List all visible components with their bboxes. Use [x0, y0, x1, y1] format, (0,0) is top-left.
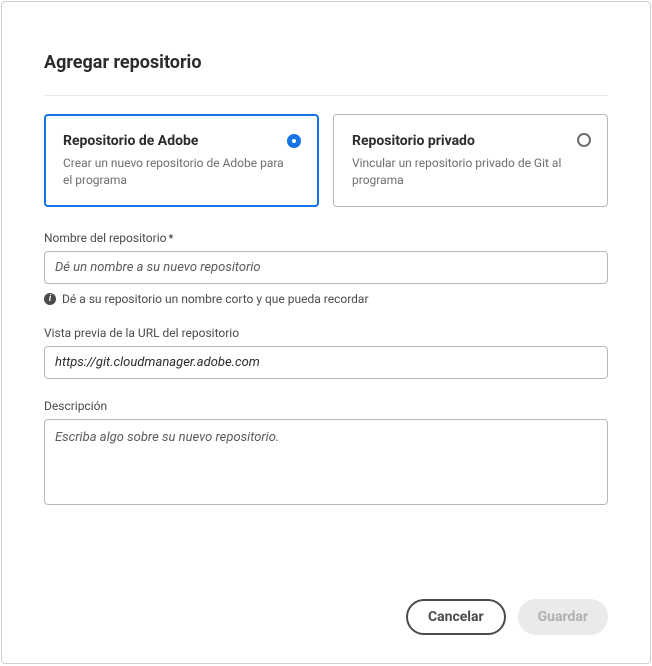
field-group-description: Descripción	[44, 399, 608, 509]
dialog-title: Agregar repositorio	[44, 52, 608, 73]
option-private-desc: Vincular un repositorio privado de Git a…	[352, 155, 589, 190]
repository-url-label: Vista previa de la URL del repositorio	[44, 326, 608, 340]
repository-description-input[interactable]	[44, 419, 608, 505]
option-adobe-repository[interactable]: Repositorio de Adobe Crear un nuevo repo…	[44, 114, 319, 207]
repository-name-hint-row: i Dé a su repositorio un nombre corto y …	[44, 292, 608, 306]
radio-unselected-icon	[577, 133, 591, 147]
field-group-url: Vista previa de la URL del repositorio	[44, 326, 608, 379]
option-adobe-title: Repositorio de Adobe	[63, 133, 300, 149]
save-button[interactable]: Guardar	[518, 599, 608, 635]
repository-description-label: Descripción	[44, 399, 608, 413]
repository-name-label: Nombre del repositorio*	[44, 231, 608, 245]
radio-selected-icon	[287, 134, 301, 148]
field-group-name: Nombre del repositorio* i Dé a su reposi…	[44, 231, 608, 306]
option-private-title: Repositorio privado	[352, 133, 589, 149]
repository-name-input[interactable]	[44, 251, 608, 284]
info-icon: i	[44, 293, 56, 305]
add-repository-dialog: Agregar repositorio Repositorio de Adobe…	[1, 1, 651, 664]
dialog-footer: Cancelar Guardar	[44, 599, 608, 635]
repository-url-input[interactable]	[44, 346, 608, 379]
repository-type-options: Repositorio de Adobe Crear un nuevo repo…	[44, 114, 608, 207]
required-asterisk-icon: *	[168, 232, 173, 245]
option-adobe-desc: Crear un nuevo repositorio de Adobe para…	[63, 155, 300, 190]
repository-name-hint: Dé a su repositorio un nombre corto y qu…	[62, 292, 369, 306]
repository-name-label-text: Nombre del repositorio	[44, 231, 166, 245]
divider	[44, 95, 608, 96]
cancel-button[interactable]: Cancelar	[406, 599, 506, 635]
option-private-repository[interactable]: Repositorio privado Vincular un reposito…	[333, 114, 608, 207]
